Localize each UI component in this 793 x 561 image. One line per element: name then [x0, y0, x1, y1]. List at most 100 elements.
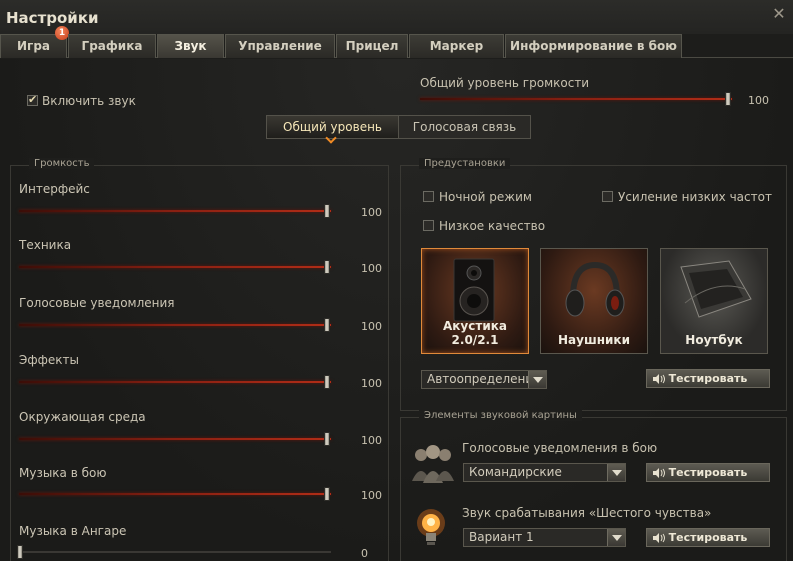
voice-notifications-volume-label: Голосовые уведомления	[19, 296, 175, 310]
mode-voice-chat-button[interactable]: Голосовая связь	[399, 116, 530, 138]
device-label: Акустика 2.0/2.1	[443, 319, 507, 347]
slider-track	[19, 210, 331, 212]
select-value: Вариант 1	[469, 530, 534, 544]
interface-volume-slider[interactable]	[19, 204, 331, 218]
tab-marker[interactable]: Маркер	[409, 34, 504, 58]
tab-sound[interactable]: Звук	[157, 34, 224, 58]
mode-toggle: Общий уровень Голосовая связь	[266, 115, 531, 139]
master-volume-value: 100	[748, 94, 769, 107]
low-quality-label: Низкое качество	[439, 218, 546, 233]
window-title: Настройки	[6, 9, 99, 27]
tab-battle-info[interactable]: Информирование в бою	[505, 34, 682, 58]
low-quality-checkbox[interactable]	[423, 220, 434, 231]
tab-label: Игра	[17, 39, 50, 53]
slider-track	[19, 438, 331, 440]
test-voice-button[interactable]: Тестировать	[646, 463, 770, 482]
ambient-volume-value: 100	[361, 434, 382, 447]
laptop-icon	[680, 260, 752, 318]
tab-game[interactable]: Игра 1	[0, 26, 69, 58]
low-quality-option[interactable]: Низкое качество	[423, 218, 545, 233]
interface-volume-value: 100	[361, 206, 382, 219]
effects-volume-value: 100	[361, 377, 382, 390]
button-label: Тестировать	[668, 531, 748, 544]
device-card-headphones[interactable]: Наушники	[540, 248, 648, 354]
title-bar: Настройки ✕	[0, 0, 793, 34]
enable-sound-checkbox[interactable]	[27, 93, 38, 106]
slider-handle[interactable]	[324, 487, 330, 501]
slider-handle[interactable]	[324, 432, 330, 446]
night-mode-label: Ночной режим	[439, 189, 532, 204]
tab-bar: Игра 1 Графика Звук Управление Прицел Ма…	[0, 26, 793, 58]
speaker-sound-icon	[653, 374, 665, 384]
lightbulb-icon	[417, 509, 445, 545]
night-mode-checkbox[interactable]	[423, 191, 434, 202]
close-icon[interactable]: ✕	[771, 6, 787, 22]
battle-music-volume-value: 100	[361, 489, 382, 502]
vehicle-volume-slider[interactable]	[19, 260, 331, 274]
effects-volume-slider[interactable]	[19, 375, 331, 389]
hangar-music-volume-value: 0	[361, 547, 368, 560]
chevron-down-icon	[607, 464, 625, 481]
voice-notifications-volume-slider[interactable]	[19, 318, 331, 332]
slider-handle[interactable]	[324, 375, 330, 389]
mode-general-button[interactable]: Общий уровень	[267, 116, 399, 138]
tab-sight[interactable]: Прицел	[336, 34, 408, 58]
tab-graphics[interactable]: Графика	[68, 34, 156, 58]
speaker-sound-icon	[653, 468, 665, 478]
device-detect-select[interactable]: Автоопределение	[421, 370, 547, 389]
sixth-sense-label: Звук срабатывания «Шестого чувства»	[462, 506, 712, 520]
button-label: Тестировать	[668, 466, 748, 479]
interface-volume-label: Интерфейс	[19, 182, 90, 196]
bass-boost-checkbox[interactable]	[602, 191, 613, 202]
slider-handle[interactable]	[324, 318, 330, 332]
volume-legend: Громкость	[29, 158, 95, 169]
button-label: Тестировать	[668, 372, 748, 385]
select-value: Командирские	[469, 465, 562, 479]
device-card-speakers[interactable]: Акустика 2.0/2.1	[421, 248, 529, 354]
slider-track	[19, 551, 331, 553]
hangar-music-volume-slider[interactable]	[17, 545, 331, 559]
slider-handle[interactable]	[17, 545, 23, 559]
tab-controls[interactable]: Управление	[225, 34, 335, 58]
voice-notifications-select[interactable]: Командирские	[463, 463, 626, 482]
device-label: Ноутбук	[685, 333, 743, 347]
bass-boost-option[interactable]: Усиление низких частот	[602, 189, 772, 204]
device-label: Наушники	[558, 333, 630, 347]
voice-notifications-volume-value: 100	[361, 320, 382, 333]
slider-track	[19, 266, 331, 268]
battle-music-volume-slider[interactable]	[19, 487, 331, 501]
speaker-sound-icon	[653, 533, 665, 543]
slider-handle[interactable]	[725, 92, 731, 106]
ambient-volume-label: Окружающая среда	[19, 410, 146, 424]
slider-handle[interactable]	[324, 204, 330, 218]
sound-elements-legend: Элементы звуковой картины	[419, 410, 582, 421]
slider-handle[interactable]	[324, 260, 330, 274]
select-value: Автоопределение	[427, 372, 541, 386]
effects-volume-label: Эффекты	[19, 353, 79, 367]
vehicle-volume-value: 100	[361, 262, 382, 275]
slider-track	[420, 98, 732, 100]
slider-track	[19, 381, 331, 383]
speaker-icon	[453, 258, 495, 322]
presets-legend: Предустановки	[419, 158, 511, 169]
battle-music-volume-label: Музыка в бою	[19, 466, 107, 480]
test-sixth-sense-button[interactable]: Тестировать	[646, 528, 770, 547]
hangar-music-volume-label: Музыка в Ангаре	[19, 524, 127, 538]
sixth-sense-select[interactable]: Вариант 1	[463, 528, 626, 547]
notification-badge: 1	[55, 26, 69, 40]
vehicle-volume-label: Техника	[19, 238, 72, 252]
slider-track	[19, 493, 331, 495]
bass-boost-label: Усиление низких частот	[618, 189, 772, 204]
ambient-volume-slider[interactable]	[19, 432, 331, 446]
voice-notifications-label: Голосовые уведомления в бою	[462, 441, 658, 455]
enable-sound-label: Включить звук	[42, 93, 136, 108]
chevron-down-icon	[528, 371, 546, 388]
sound-settings-panel: Включить звук Общий уровень громкости 10…	[0, 59, 793, 561]
slider-track	[19, 324, 331, 326]
enable-sound-option[interactable]: Включить звук	[27, 93, 136, 108]
master-volume-slider[interactable]	[420, 92, 732, 106]
test-device-button[interactable]: Тестировать	[646, 369, 770, 388]
crew-icon	[412, 445, 454, 483]
device-card-laptop[interactable]: Ноутбук	[660, 248, 768, 354]
night-mode-option[interactable]: Ночной режим	[423, 189, 532, 204]
